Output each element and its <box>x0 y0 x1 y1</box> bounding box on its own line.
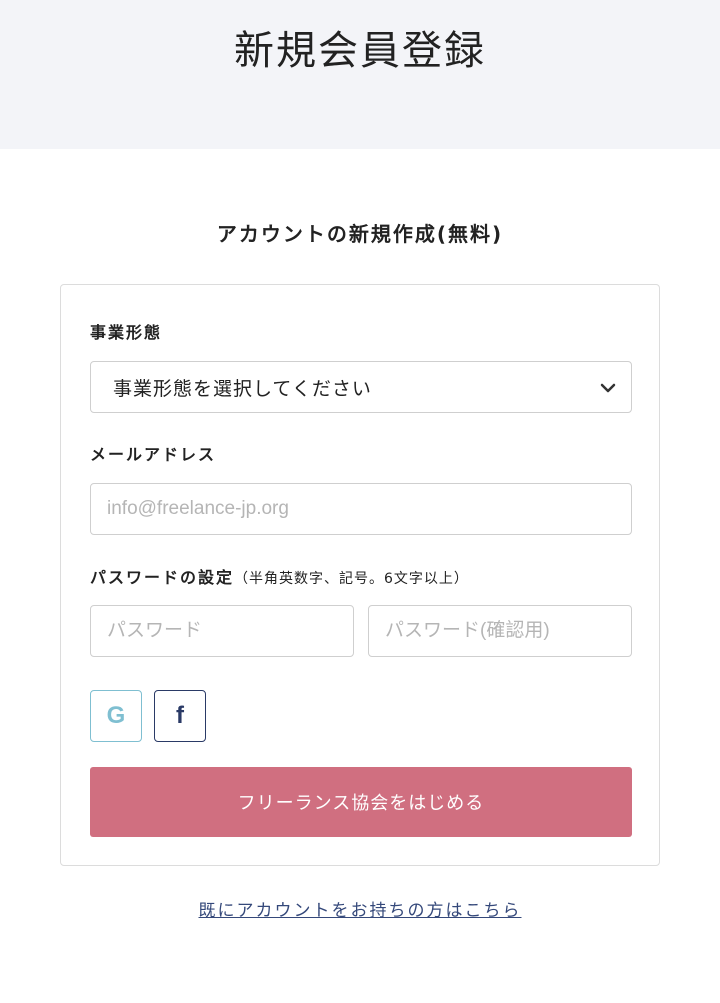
signup-submit-button[interactable]: フリーランス協会をはじめる <box>90 767 632 837</box>
chevron-down-icon <box>600 383 616 393</box>
signup-card: 事業形態 事業形態を選択してください メールアドレス パスワードの設定（半角英数… <box>60 284 660 866</box>
password-label: パスワードの設定（半角英数字、記号。6文字以上） <box>90 564 469 588</box>
facebook-icon: f <box>176 702 184 729</box>
google-icon: G <box>106 702 126 729</box>
password-confirm-input[interactable] <box>368 605 632 657</box>
email-input[interactable] <box>90 483 632 535</box>
password-input[interactable] <box>90 605 354 657</box>
password-label-text: パスワードの設定 <box>90 568 235 587</box>
business-type-selected: 事業形態を選択してください <box>113 377 372 400</box>
section-subtitle: アカウントの新規作成(無料) <box>216 222 504 246</box>
password-requirement-note: （半角英数字、記号。6文字以上） <box>234 571 469 587</box>
email-label: メールアドレス <box>90 445 217 464</box>
login-link[interactable]: 既にアカウントをお持ちの方はこちら <box>0 896 720 921</box>
page-header: 新規会員登録 <box>0 0 720 149</box>
business-type-label: 事業形態 <box>90 323 163 342</box>
facebook-signin-button[interactable]: f <box>154 690 206 742</box>
page-title: 新規会員登録 <box>234 28 486 74</box>
google-signin-button[interactable]: G <box>90 690 142 742</box>
business-type-select[interactable]: 事業形態を選択してください <box>90 361 632 413</box>
